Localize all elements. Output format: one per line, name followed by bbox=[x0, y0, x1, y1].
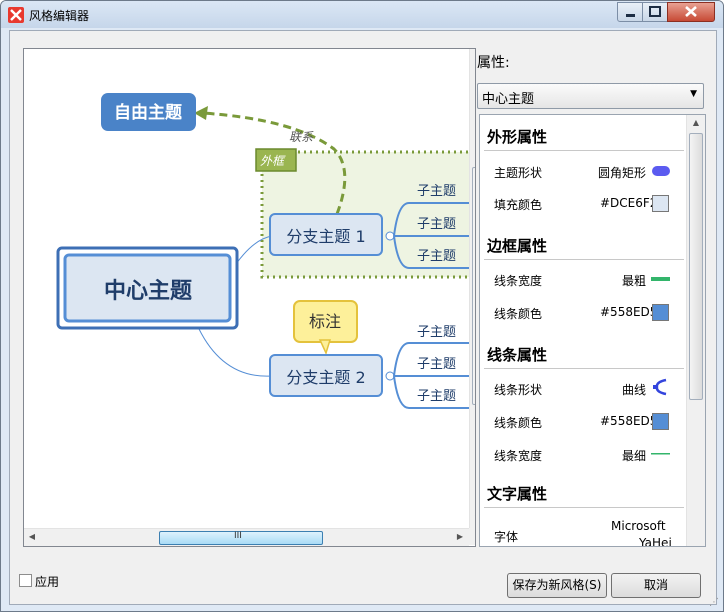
canvas-horizontal-scrollbar[interactable]: ◀ III ▶ bbox=[24, 528, 469, 546]
prop-value: 最粗 bbox=[622, 274, 647, 288]
prop-value-line2: YaHei bbox=[639, 536, 672, 547]
scroll-up-icon[interactable]: ▲ bbox=[688, 115, 704, 131]
relationship-label: 联系 bbox=[289, 130, 314, 144]
preview-canvas[interactable]: 外框 联系 自由主题 中心主题 分支主题 1 子主题 子主题 子主题 标注 分支… bbox=[23, 48, 476, 547]
prop-label: 线条颜色 bbox=[494, 416, 543, 430]
section-divider bbox=[484, 150, 684, 151]
subtopic-1-1[interactable]: 子主题 bbox=[417, 184, 456, 199]
callout-label: 标注 bbox=[309, 312, 341, 331]
prop-value: #558ED5 bbox=[600, 305, 658, 319]
horizontal-scroll-thumb[interactable]: III bbox=[159, 531, 323, 545]
subtopic-1-3[interactable]: 子主题 bbox=[417, 249, 456, 264]
prop-value: #558ED5 bbox=[600, 414, 658, 428]
prop-label: 字体 bbox=[494, 530, 519, 544]
properties-title: 属性: bbox=[477, 55, 510, 71]
connector-branch2 bbox=[198, 328, 273, 377]
prop-value: 曲线 bbox=[622, 383, 647, 397]
section-border-title: 边框属性 bbox=[487, 237, 548, 255]
checkbox-box[interactable] bbox=[19, 574, 32, 587]
scroll-down-icon[interactable]: ▼ bbox=[470, 511, 476, 527]
section-divider bbox=[484, 507, 684, 508]
prop-value: 最细 bbox=[622, 449, 647, 463]
properties-scrollbar[interactable]: ▲ bbox=[686, 115, 705, 546]
rounded-rect-shape-icon bbox=[652, 166, 670, 176]
prop-value-line1: Microsoft bbox=[611, 519, 666, 533]
minimize-button[interactable] bbox=[617, 2, 643, 22]
apply-label: 应用 bbox=[35, 575, 60, 589]
element-select-dropdown[interactable]: 中心主题 ▼ bbox=[477, 83, 704, 109]
chevron-down-icon: ▼ bbox=[690, 89, 697, 99]
central-topic-label: 中心主题 bbox=[104, 279, 193, 304]
curve-line-icon bbox=[653, 378, 667, 396]
collapse-toggle-2[interactable] bbox=[385, 371, 395, 381]
window-title: 风格编辑器 bbox=[29, 9, 90, 23]
title-bar[interactable]: 风格编辑器 bbox=[1, 1, 723, 28]
line-color-swatch[interactable] bbox=[652, 413, 669, 430]
thin-line-icon bbox=[651, 453, 670, 455]
collapse-toggle-1[interactable] bbox=[385, 231, 395, 241]
properties-list: 外形属性 主题形状 圆角矩形 填充颜色 #DCE6F2 边框属性 线条宽度 最粗… bbox=[479, 114, 706, 547]
section-line-title: 线条属性 bbox=[487, 346, 548, 364]
xmind-x-icon bbox=[8, 7, 24, 23]
section-shape-title: 外形属性 bbox=[487, 128, 548, 146]
scroll-corner bbox=[469, 528, 475, 545]
branch-topic-2-label: 分支主题 2 bbox=[286, 368, 365, 387]
prop-value: #DCE6F2 bbox=[600, 196, 658, 210]
callout-pointer bbox=[318, 339, 332, 356]
dropdown-value: 中心主题 bbox=[482, 92, 535, 107]
close-button[interactable] bbox=[667, 2, 715, 22]
prop-label: 填充颜色 bbox=[494, 198, 543, 212]
relationship-arrowhead bbox=[194, 106, 208, 120]
resize-grip-icon[interactable]: ⋰ bbox=[709, 597, 719, 608]
boundary-label: 外框 bbox=[260, 154, 286, 168]
free-topic-label: 自由主题 bbox=[114, 102, 183, 123]
thick-line-icon bbox=[651, 277, 670, 281]
maximize-icon bbox=[649, 6, 661, 17]
fill-color-swatch[interactable] bbox=[652, 195, 669, 212]
scroll-grip: III bbox=[234, 531, 242, 541]
subtopic-1-2[interactable]: 子主题 bbox=[417, 217, 456, 232]
prop-label: 主题形状 bbox=[494, 166, 543, 180]
prop-label: 线条颜色 bbox=[494, 307, 543, 321]
vertical-scroll-thumb[interactable]: ≡ bbox=[472, 167, 475, 405]
border-color-swatch[interactable] bbox=[652, 304, 669, 321]
prop-label: 线条宽度 bbox=[494, 449, 543, 463]
properties-scroll-thumb[interactable] bbox=[689, 133, 703, 400]
mindmap-preview: 外框 联系 自由主题 中心主题 分支主题 1 子主题 子主题 子主题 标注 分支… bbox=[56, 93, 469, 409]
scroll-up-icon[interactable]: ▲ bbox=[470, 49, 476, 65]
minimize-icon bbox=[626, 14, 635, 17]
branch-topic-1-label: 分支主题 1 bbox=[286, 227, 365, 246]
prop-label: 线条宽度 bbox=[494, 274, 543, 288]
scroll-left-icon[interactable]: ◀ bbox=[24, 529, 40, 545]
section-divider bbox=[484, 368, 684, 369]
prop-label: 线条形状 bbox=[494, 383, 543, 397]
close-icon bbox=[685, 6, 697, 17]
canvas-vertical-scrollbar[interactable]: ▲ ≡ ▼ bbox=[469, 49, 476, 529]
scroll-right-icon[interactable]: ▶ bbox=[452, 529, 468, 545]
subtopic-2-3[interactable]: 子主题 bbox=[417, 389, 456, 404]
section-divider bbox=[484, 259, 684, 260]
maximize-button[interactable] bbox=[642, 2, 668, 22]
section-text-title: 文字属性 bbox=[487, 485, 548, 503]
prop-value: 圆角矩形 bbox=[598, 166, 647, 180]
style-editor-window: 风格编辑器 外框 联系 自由主题 中心主题 分支主题 1 子主题 子主题 子主题… bbox=[0, 0, 724, 612]
subtopic-2-1[interactable]: 子主题 bbox=[417, 325, 456, 340]
subtopic-2-2[interactable]: 子主题 bbox=[417, 357, 456, 372]
save-as-new-style-button[interactable]: 保存为新风格(S) bbox=[507, 573, 607, 598]
cancel-button[interactable]: 取消 bbox=[611, 573, 701, 598]
